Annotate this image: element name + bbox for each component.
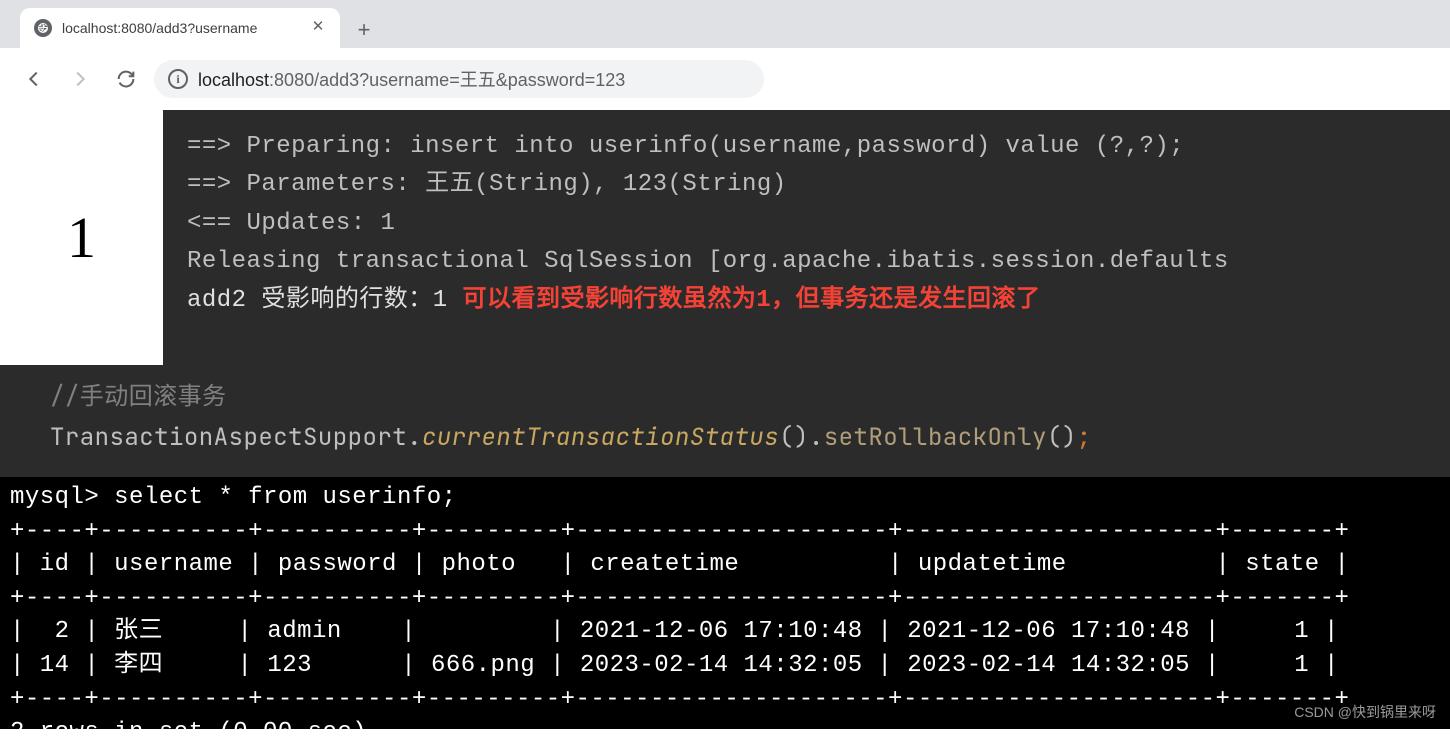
tab-title: localhost:8080/add3?username [62, 20, 300, 36]
mysql-sep: +----+----------+----------+---------+--… [10, 585, 1349, 612]
annotation-number: 1 [0, 110, 163, 365]
reload-button[interactable] [108, 61, 144, 97]
address-bar[interactable]: i localhost:8080/add3?username=王五&passwo… [154, 60, 764, 98]
code-line: TransactionAspectSupport.currentTransact… [50, 418, 1400, 459]
forward-button[interactable] [62, 61, 98, 97]
mysql-prompt: mysql> select * from userinfo; [10, 484, 456, 511]
new-tab-button[interactable]: + [346, 12, 382, 48]
code-block: //手动回滚事务 TransactionAspectSupport.curren… [0, 365, 1450, 477]
mysql-sep: +----+----------+----------+---------+--… [10, 686, 1349, 713]
url-text: localhost:8080/add3?username=王五&password… [198, 66, 625, 92]
section-log: 1 ==> Preparing: insert into userinfo(us… [0, 110, 1450, 365]
watermark: CSDN @快到锅里来呀 [1294, 703, 1436, 723]
code-method: currentTransactionStatus [422, 422, 779, 453]
table-row: | 2 | 张三 | admin | | 2021-12-06 17:10:48… [10, 618, 1339, 645]
site-info-icon[interactable]: i [168, 69, 188, 89]
browser-chrome: localhost:8080/add3?username ✕ + i local… [0, 0, 1450, 110]
url-host: localhost [198, 70, 269, 90]
log-output: ==> Preparing: insert into userinfo(user… [163, 110, 1450, 365]
mysql-terminal: mysql> select * from userinfo; +----+---… [0, 477, 1450, 729]
mysql-footer: 2 rows in set (0.00 sec) [10, 719, 367, 729]
log-line: ==> Parameters: 王五(String), 123(String) [187, 166, 1426, 204]
url-path: :8080/add3?username=王五&password=123 [269, 70, 625, 90]
log-text: add2 受影响的行数：1 [187, 287, 463, 314]
mysql-sep: +----+----------+----------+---------+--… [10, 518, 1349, 545]
table-row: | 14 | 李四 | 123 | 666.png | 2023-02-14 1… [10, 652, 1339, 679]
browser-tab[interactable]: localhost:8080/add3?username ✕ [20, 8, 340, 48]
log-line: Releasing transactional SqlSession [org.… [187, 243, 1426, 281]
code-method: setRollbackOnly [824, 422, 1047, 453]
toolbar: i localhost:8080/add3?username=王五&passwo… [0, 48, 1450, 110]
close-tab-icon[interactable]: ✕ [310, 20, 326, 36]
back-button[interactable] [16, 61, 52, 97]
code-comment: //手动回滚事务 [50, 377, 1400, 418]
log-annotation-red: 可以看到受影响行数虽然为1，但事务还是发生回滚了 [463, 287, 1041, 314]
mysql-header: | id | username | password | photo | cre… [10, 551, 1349, 578]
log-line: ==> Preparing: insert into userinfo(user… [187, 128, 1426, 166]
log-line: <== Updates: 1 [187, 205, 1426, 243]
code-class: TransactionAspectSupport [50, 422, 407, 453]
tab-strip: localhost:8080/add3?username ✕ + [0, 0, 1450, 48]
log-line: add2 受影响的行数：1 可以看到受影响行数虽然为1，但事务还是发生回滚了 [187, 282, 1426, 320]
favicon-globe-icon [34, 19, 52, 37]
